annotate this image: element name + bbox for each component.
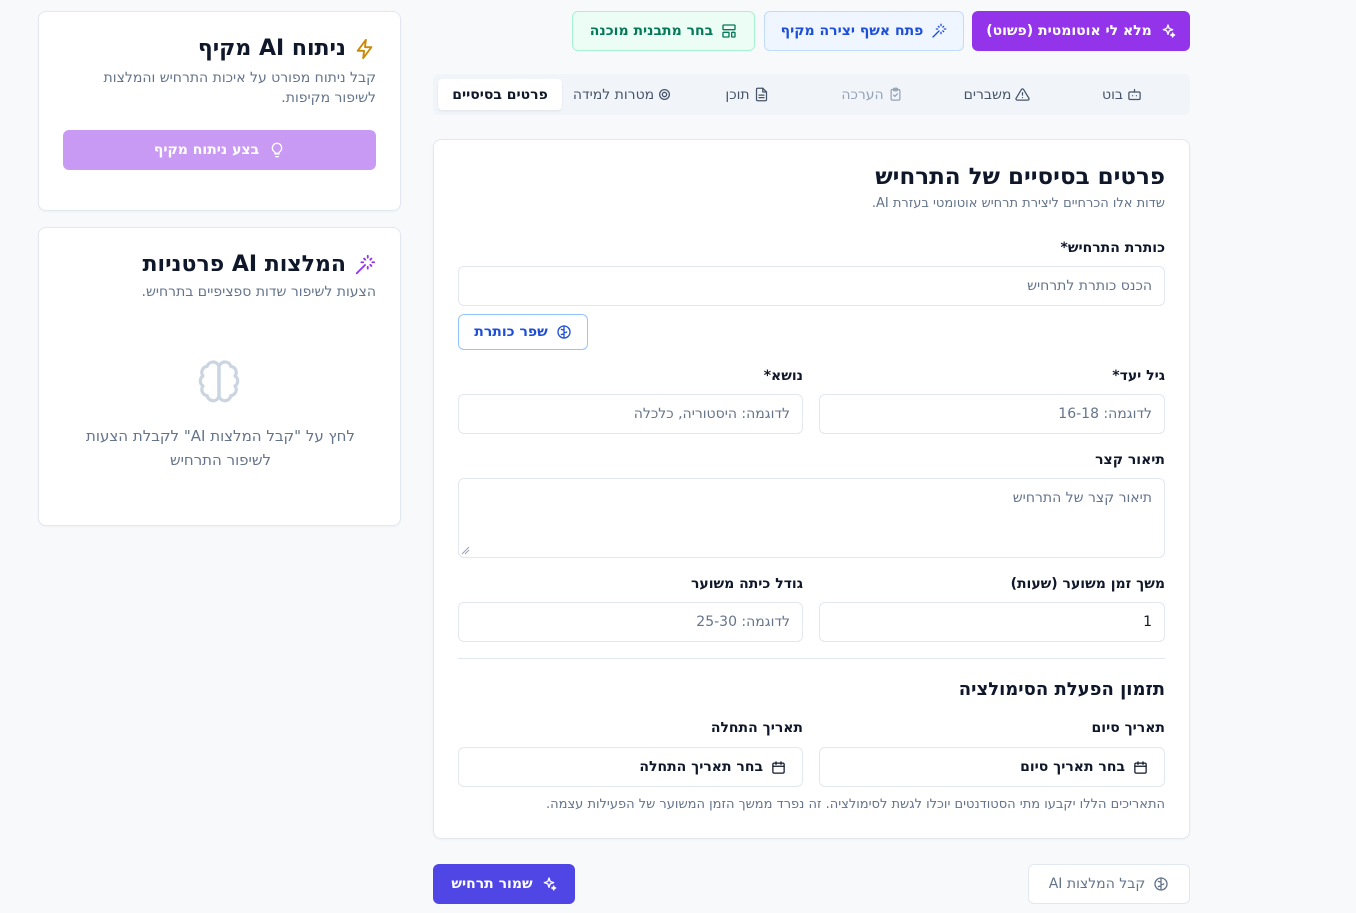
alert-triangle-icon <box>1015 87 1031 102</box>
magic-wand-icon <box>931 23 947 39</box>
get-ai-recommendations-label: קבל המלצות AI <box>1048 876 1146 892</box>
ai-recommendations-title-text: המלצות AI פרטניות <box>142 252 346 277</box>
duration-value: 1 <box>1143 614 1152 630</box>
tab-basic-details[interactable]: פרטים בסיסיים <box>438 79 562 110</box>
form-title: פרטים בסיסיים של התרחיש <box>875 164 1165 190</box>
schedule-note: התאריכים הללו יקבעו מתי הסטודנטים יוכלו … <box>546 797 1165 812</box>
tab-learning-goals-label: מטרות למידה <box>572 86 655 103</box>
calendar-icon <box>1133 760 1148 775</box>
fill-auto-label: מלא לי אוטומטית (פשוט) <box>986 23 1152 39</box>
run-analysis-button[interactable]: בצע ניתוח מקיף <box>63 130 376 170</box>
ai-analysis-title-text: ניתוח AI מקיף <box>197 36 346 61</box>
file-text-icon <box>754 87 769 102</box>
ai-recommendations-empty-text: לחץ על "קבל המלצות AI" לקבלת הצעות לשיפו… <box>86 427 355 469</box>
subject-placeholder: לדוגמה: היסטוריה, כלכלה <box>633 406 790 422</box>
layout-template-icon <box>721 23 737 39</box>
tab-bots[interactable]: בוט <box>1060 79 1184 110</box>
tab-crises-label: משברים <box>963 86 1012 103</box>
improve-title-label: שפר כותרת <box>474 324 548 340</box>
end-date-label: תאריך סיום <box>1091 720 1165 736</box>
start-date-button-label: בחר תאריך התחלה <box>639 759 763 775</box>
end-date-button-label: בחר תאריך סיום <box>1020 759 1125 775</box>
scenario-title-input[interactable]: הכנס כותרת לתרחיש <box>458 266 1165 306</box>
get-ai-recommendations-button[interactable]: קבל המלצות AI <box>1028 864 1190 904</box>
scenario-title-label: כותרת התרחיש* <box>1060 240 1165 256</box>
class-size-label: גודל כיתה משוער <box>690 576 803 592</box>
ai-recommendations-description: הצעות לשיפור שדות ספציפיים בתרחיש. <box>141 284 376 300</box>
tab-bar: בוט משברים הערכה תוכן מטרות למידה פרטים … <box>433 74 1190 115</box>
description-textarea[interactable]: תיאור קצר של התרחיש <box>458 478 1165 558</box>
description-placeholder: תיאור קצר של התרחיש <box>1012 490 1152 506</box>
class-size-input[interactable]: לדוגמה: 25-30 <box>458 602 803 642</box>
save-scenario-label: שמור תרחיש <box>451 876 533 892</box>
magic-wand-icon <box>354 254 376 276</box>
tab-assessment: הערכה <box>810 79 934 110</box>
run-analysis-label: בצע ניתוח מקיף <box>153 142 260 158</box>
lightbulb-icon <box>269 142 285 158</box>
tab-learning-goals[interactable]: מטרות למידה <box>560 79 684 110</box>
brain-icon <box>1153 876 1169 892</box>
resize-handle-icon[interactable] <box>461 546 470 555</box>
lightning-icon <box>354 38 376 60</box>
start-date-button[interactable]: בחר תאריך התחלה <box>458 747 803 787</box>
form-subtitle: שדות אלו הכרחיים ליצירת תרחיש אוטומטי בע… <box>871 196 1165 211</box>
tab-basic-details-label: פרטים בסיסיים <box>452 86 548 103</box>
duration-label: משך זמן משוער (שעות) <box>1010 576 1165 592</box>
tab-content-label: תוכן <box>725 86 750 103</box>
class-size-placeholder: לדוגמה: 25-30 <box>696 614 790 630</box>
age-placeholder: לדוגמה: 16-18 <box>1058 406 1152 422</box>
tab-bots-label: בוט <box>1102 86 1123 103</box>
duration-input[interactable]: 1 <box>819 602 1165 642</box>
brain-icon <box>556 324 572 340</box>
ai-analysis-card: ניתוח AI מקיף קבל ניתוח מפורט על איכות ה… <box>38 11 401 211</box>
choose-template-button[interactable]: בחר מתבנית מוכנה <box>572 11 755 51</box>
sparkles-icon <box>541 876 557 892</box>
basic-details-card: פרטים בסיסיים של התרחיש שדות אלו הכרחיים… <box>433 139 1190 839</box>
scenario-title-placeholder: הכנס כותרת לתרחיש <box>1027 278 1152 294</box>
subject-label: נושא* <box>763 368 803 384</box>
age-input[interactable]: לדוגמה: 16-18 <box>819 394 1165 434</box>
calendar-icon <box>771 760 786 775</box>
tab-crises[interactable]: משברים <box>935 79 1059 110</box>
ai-recommendations-card: המלצות AI פרטניות הצעות לשיפור שדות ספצי… <box>38 227 401 526</box>
target-icon <box>658 88 671 101</box>
ai-analysis-description: קבל ניתוח מפורט על איכות התרחיש והמלצות … <box>103 70 376 106</box>
improve-title-button[interactable]: שפר כותרת <box>458 314 588 350</box>
ai-analysis-title: ניתוח AI מקיף <box>198 36 376 61</box>
brain-icon <box>195 358 243 406</box>
choose-template-label: בחר מתבנית מוכנה <box>589 23 714 39</box>
end-date-button[interactable]: בחר תאריך סיום <box>819 747 1165 787</box>
clipboard-check-icon <box>888 87 903 102</box>
ai-recommendations-title: המלצות AI פרטניות <box>142 252 376 277</box>
age-label: גיל יעד* <box>1112 368 1165 384</box>
fill-auto-button[interactable]: מלא לי אוטומטית (פשוט) <box>972 11 1190 51</box>
description-label: תיאור קצר <box>1095 452 1165 468</box>
start-date-label: תאריך התחלה <box>710 720 803 736</box>
tab-assessment-label: הערכה <box>841 86 884 103</box>
sparkles-icon <box>1160 23 1176 39</box>
open-wizard-button[interactable]: פתח אשף יצירה מקיף <box>764 11 964 51</box>
bot-icon <box>1127 87 1142 102</box>
schedule-title: תזמון הפעלת הסימולציה <box>958 679 1165 700</box>
save-scenario-button[interactable]: שמור תרחיש <box>433 864 575 904</box>
open-wizard-label: פתח אשף יצירה מקיף <box>780 23 924 39</box>
subject-input[interactable]: לדוגמה: היסטוריה, כלכלה <box>458 394 803 434</box>
tab-content[interactable]: תוכן <box>685 79 809 110</box>
divider <box>458 658 1165 659</box>
